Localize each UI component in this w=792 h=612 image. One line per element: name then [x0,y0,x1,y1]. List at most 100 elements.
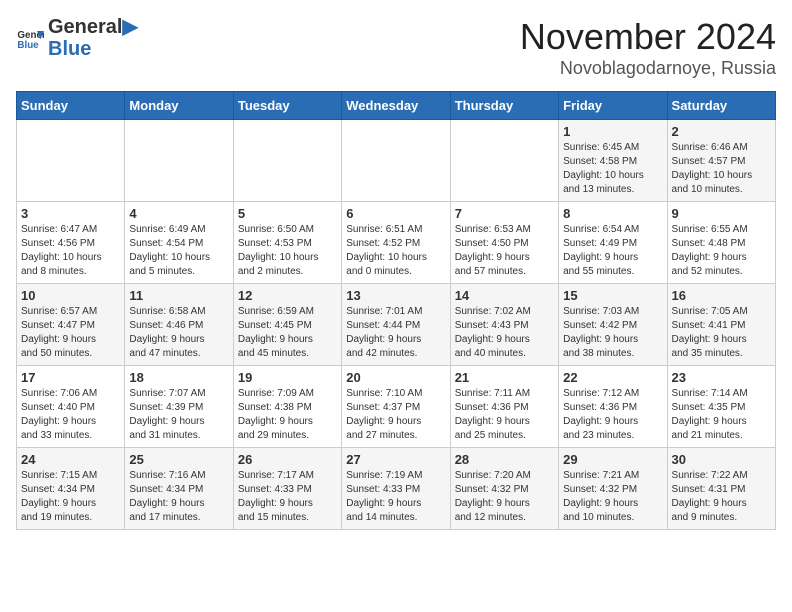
week-row-2: 3 Sunrise: 6:47 AM Sunset: 4:56 PM Daylig… [17,202,776,284]
calendar-cell: 24 Sunrise: 7:15 AM Sunset: 4:34 PM Dayli… [17,448,125,530]
calendar-cell [17,120,125,202]
day-number: 5 [238,206,337,221]
day-number: 28 [455,452,554,467]
day-number: 14 [455,288,554,303]
calendar-cell: 2 Sunrise: 6:46 AM Sunset: 4:57 PM Daylig… [667,120,775,202]
logo-icon: General Blue [16,24,44,52]
calendar-cell: 6 Sunrise: 6:51 AM Sunset: 4:52 PM Daylig… [342,202,450,284]
day-number: 22 [563,370,662,385]
calendar-cell: 12 Sunrise: 6:59 AM Sunset: 4:45 PM Dayli… [233,284,341,366]
calendar-cell: 5 Sunrise: 6:50 AM Sunset: 4:53 PM Daylig… [233,202,341,284]
day-info: Sunrise: 6:58 AM Sunset: 4:46 PM Dayligh… [129,305,228,361]
day-number: 8 [563,206,662,221]
day-number: 7 [455,206,554,221]
day-number: 9 [672,206,771,221]
calendar-cell: 9 Sunrise: 6:55 AM Sunset: 4:48 PM Daylig… [667,202,775,284]
calendar-cell: 3 Sunrise: 6:47 AM Sunset: 4:56 PM Daylig… [17,202,125,284]
day-info: Sunrise: 6:50 AM Sunset: 4:53 PM Dayligh… [238,223,337,279]
location-title: Novoblagodarnoye, Russia [520,58,776,79]
day-number: 25 [129,452,228,467]
calendar-cell: 21 Sunrise: 7:11 AM Sunset: 4:36 PM Dayli… [450,366,558,448]
day-number: 30 [672,452,771,467]
day-number: 26 [238,452,337,467]
day-info: Sunrise: 7:14 AM Sunset: 4:35 PM Dayligh… [672,387,771,443]
calendar-cell: 17Sunrise: 7:06 AM Sunset: 4:40 PM Dayli… [17,366,125,448]
header: General Blue General▶ Blue November 2024… [16,16,776,79]
day-number: 12 [238,288,337,303]
day-info: Sunrise: 6:53 AM Sunset: 4:50 PM Dayligh… [455,223,554,279]
day-number: 15 [563,288,662,303]
day-number: 19 [238,370,337,385]
day-info: Sunrise: 6:59 AM Sunset: 4:45 PM Dayligh… [238,305,337,361]
day-info: Sunrise: 7:05 AM Sunset: 4:41 PM Dayligh… [672,305,771,361]
day-number: 4 [129,206,228,221]
week-row-1: 1Sunrise: 6:45 AM Sunset: 4:58 PM Daylig… [17,120,776,202]
calendar-cell: 19 Sunrise: 7:09 AM Sunset: 4:38 PM Dayli… [233,366,341,448]
day-info: Sunrise: 7:09 AM Sunset: 4:38 PM Dayligh… [238,387,337,443]
day-number: 23 [672,370,771,385]
calendar-cell [125,120,233,202]
day-info: Sunrise: 7:20 AM Sunset: 4:32 PM Dayligh… [455,469,554,525]
day-info: Sunrise: 7:01 AM Sunset: 4:44 PM Dayligh… [346,305,445,361]
calendar-cell: 20Sunrise: 7:10 AM Sunset: 4:37 PM Dayli… [342,366,450,448]
week-row-5: 24 Sunrise: 7:15 AM Sunset: 4:34 PM Dayli… [17,448,776,530]
day-number: 27 [346,452,445,467]
calendar-cell: 10 Sunrise: 6:57 AM Sunset: 4:47 PM Dayli… [17,284,125,366]
day-number: 1 [563,124,662,139]
day-number: 3 [21,206,120,221]
calendar-cell: 7 Sunrise: 6:53 AM Sunset: 4:50 PM Daylig… [450,202,558,284]
calendar-cell: 14Sunrise: 7:02 AM Sunset: 4:43 PM Dayli… [450,284,558,366]
day-number: 10 [21,288,120,303]
week-row-4: 17Sunrise: 7:06 AM Sunset: 4:40 PM Dayli… [17,366,776,448]
day-info: Sunrise: 7:10 AM Sunset: 4:37 PM Dayligh… [346,387,445,443]
day-info: Sunrise: 6:54 AM Sunset: 4:49 PM Dayligh… [563,223,662,279]
week-row-3: 10 Sunrise: 6:57 AM Sunset: 4:47 PM Dayli… [17,284,776,366]
calendar-cell: 28 Sunrise: 7:20 AM Sunset: 4:32 PM Dayli… [450,448,558,530]
weekday-header-sunday: Sunday [17,92,125,120]
day-info: Sunrise: 7:21 AM Sunset: 4:32 PM Dayligh… [563,469,662,525]
day-info: Sunrise: 6:55 AM Sunset: 4:48 PM Dayligh… [672,223,771,279]
calendar-cell: 25 Sunrise: 7:16 AM Sunset: 4:34 PM Dayli… [125,448,233,530]
weekday-header-tuesday: Tuesday [233,92,341,120]
svg-text:Blue: Blue [17,40,39,51]
calendar-cell: 1Sunrise: 6:45 AM Sunset: 4:58 PM Daylig… [559,120,667,202]
day-info: Sunrise: 7:22 AM Sunset: 4:31 PM Dayligh… [672,469,771,525]
day-info: Sunrise: 6:57 AM Sunset: 4:47 PM Dayligh… [21,305,120,361]
day-number: 21 [455,370,554,385]
day-info: Sunrise: 7:16 AM Sunset: 4:34 PM Dayligh… [129,469,228,525]
calendar-cell: 22 Sunrise: 7:12 AM Sunset: 4:36 PM Dayli… [559,366,667,448]
day-info: Sunrise: 7:15 AM Sunset: 4:34 PM Dayligh… [21,469,120,525]
calendar-cell: 30 Sunrise: 7:22 AM Sunset: 4:31 PM Dayli… [667,448,775,530]
day-number: 2 [672,124,771,139]
day-info: Sunrise: 7:12 AM Sunset: 4:36 PM Dayligh… [563,387,662,443]
calendar-cell [233,120,341,202]
logo-general-text: General▶ [48,16,138,38]
day-number: 6 [346,206,445,221]
day-number: 18 [129,370,228,385]
day-info: Sunrise: 6:49 AM Sunset: 4:54 PM Dayligh… [129,223,228,279]
day-info: Sunrise: 7:06 AM Sunset: 4:40 PM Dayligh… [21,387,120,443]
weekday-header-saturday: Saturday [667,92,775,120]
day-number: 13 [346,288,445,303]
day-info: Sunrise: 7:07 AM Sunset: 4:39 PM Dayligh… [129,387,228,443]
calendar-cell: 18 Sunrise: 7:07 AM Sunset: 4:39 PM Dayli… [125,366,233,448]
calendar-cell: 16Sunrise: 7:05 AM Sunset: 4:41 PM Dayli… [667,284,775,366]
day-info: Sunrise: 7:11 AM Sunset: 4:36 PM Dayligh… [455,387,554,443]
calendar-cell: 29 Sunrise: 7:21 AM Sunset: 4:32 PM Dayli… [559,448,667,530]
day-info: Sunrise: 6:47 AM Sunset: 4:56 PM Dayligh… [21,223,120,279]
calendar-table: SundayMondayTuesdayWednesdayThursdayFrid… [16,91,776,530]
weekday-header-row: SundayMondayTuesdayWednesdayThursdayFrid… [17,92,776,120]
day-info: Sunrise: 6:46 AM Sunset: 4:57 PM Dayligh… [672,141,771,197]
title-area: November 2024 Novoblagodarnoye, Russia [520,16,776,79]
weekday-header-wednesday: Wednesday [342,92,450,120]
calendar-cell: 26Sunrise: 7:17 AM Sunset: 4:33 PM Dayli… [233,448,341,530]
day-number: 29 [563,452,662,467]
calendar-cell: 23 Sunrise: 7:14 AM Sunset: 4:35 PM Dayli… [667,366,775,448]
day-number: 24 [21,452,120,467]
weekday-header-thursday: Thursday [450,92,558,120]
calendar-cell [342,120,450,202]
logo: General Blue General▶ Blue [16,16,138,60]
day-info: Sunrise: 6:51 AM Sunset: 4:52 PM Dayligh… [346,223,445,279]
calendar-cell [450,120,558,202]
day-number: 11 [129,288,228,303]
